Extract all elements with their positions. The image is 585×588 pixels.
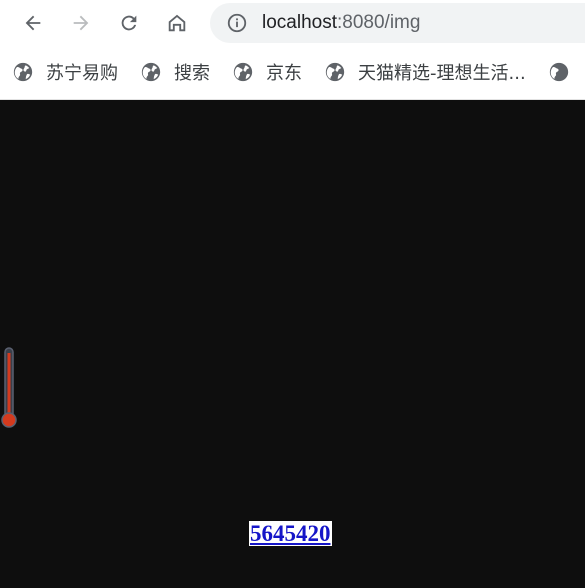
- bookmark-search[interactable]: 搜索: [128, 56, 218, 88]
- globe-icon: [141, 62, 161, 82]
- address-bar[interactable]: localhost:8080/img: [210, 3, 585, 43]
- globe-icon: [13, 62, 33, 82]
- bookmark-suning[interactable]: 苏宁易购: [0, 56, 126, 88]
- value-label[interactable]: 5645420: [249, 521, 332, 546]
- back-button[interactable]: [17, 7, 49, 39]
- home-icon: [168, 14, 186, 32]
- globe-icon: [549, 62, 568, 82]
- thermometer-icon: [1, 347, 17, 428]
- bookmark-label: 搜索: [174, 63, 210, 84]
- globe-icon: [325, 62, 345, 82]
- bookmark-label: 京东: [266, 63, 302, 84]
- home-button[interactable]: [161, 7, 193, 39]
- page-content: 5645420: [0, 100, 585, 588]
- bookmark-label: 苏宁易购: [46, 63, 118, 84]
- bookmark-label: 天猫精选-理想生活...: [358, 63, 526, 84]
- address-path: :8080/img: [337, 12, 421, 33]
- toolbar: localhost:8080/img: [0, 0, 585, 46]
- globe-icon: [233, 62, 253, 82]
- bookmark-jd[interactable]: 京东: [220, 56, 310, 88]
- address-url[interactable]: localhost:8080/img: [262, 12, 420, 34]
- bookmark-tmall[interactable]: 天猫精选-理想生活...: [312, 56, 534, 88]
- forward-button[interactable]: [65, 7, 97, 39]
- browser-chrome: localhost:8080/img 苏宁易购 搜索 京东 天猫精选-理想生活.…: [0, 0, 585, 100]
- info-icon[interactable]: [226, 12, 248, 34]
- arrow-left-icon: [25, 15, 41, 31]
- bookmark-overflow[interactable]: [536, 56, 578, 88]
- bookmarks-bar: 苏宁易购 搜索 京东 天猫精选-理想生活...: [0, 52, 585, 92]
- reload-icon: [121, 15, 137, 31]
- reload-button[interactable]: [113, 7, 145, 39]
- address-host: localhost: [262, 12, 337, 33]
- arrow-right-icon: [73, 15, 89, 31]
